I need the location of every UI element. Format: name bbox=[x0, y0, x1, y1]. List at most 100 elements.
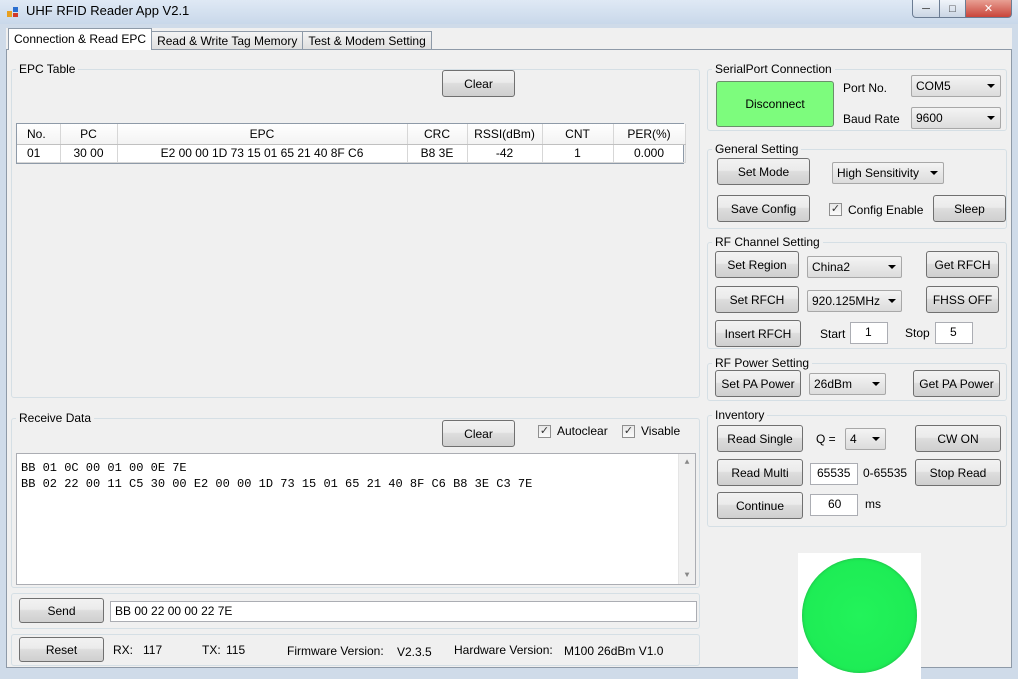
stop-read-button[interactable]: Stop Read bbox=[915, 459, 1001, 486]
window-controls: ─ □ ✕ bbox=[912, 0, 1012, 18]
autoclear-checkbox[interactable]: ✓ bbox=[538, 425, 551, 438]
mode-select[interactable]: High Sensitivity bbox=[832, 162, 944, 184]
send-button[interactable]: Send bbox=[19, 598, 104, 623]
chevron-down-icon bbox=[872, 437, 880, 441]
start-input[interactable]: 1 bbox=[850, 322, 888, 344]
epc-clear-button[interactable]: Clear bbox=[442, 70, 515, 97]
chevron-down-icon bbox=[888, 265, 896, 269]
receive-clear-button[interactable]: Clear bbox=[442, 420, 515, 447]
cell-pc: 30 00 bbox=[60, 144, 118, 163]
mode-select-value: High Sensitivity bbox=[837, 166, 920, 180]
tab-read-write-tag-memory[interactable]: Read & Write Tag Memory bbox=[151, 31, 304, 50]
receive-line: BB 01 0C 00 01 00 0E 7E bbox=[21, 461, 187, 475]
epc-table-title: EPC Table bbox=[16, 62, 79, 76]
col-header-pc[interactable]: PC bbox=[60, 124, 118, 145]
pa-power-select-value: 26dBm bbox=[814, 377, 853, 391]
tab-connection-read-epc[interactable]: Connection & Read EPC bbox=[8, 28, 153, 50]
minimize-icon: ─ bbox=[922, 2, 930, 15]
pa-power-select[interactable]: 26dBm bbox=[809, 373, 886, 395]
app-icon bbox=[7, 7, 18, 17]
q-select-value: 4 bbox=[850, 432, 857, 446]
visable-label: Visable bbox=[641, 424, 681, 438]
set-pa-power-button[interactable]: Set PA Power bbox=[715, 370, 801, 397]
title-bar[interactable]: UHF RFID Reader App V2.1 ─ □ ✕ bbox=[0, 0, 1018, 24]
baud-select[interactable]: 9600 bbox=[911, 107, 1001, 129]
receive-scrollbar[interactable]: ▲ ▼ bbox=[678, 454, 695, 584]
epc-table-header: No. PC EPC CRC RSSI(dBm) CNT PER(%) bbox=[17, 124, 686, 145]
col-header-crc[interactable]: CRC bbox=[407, 124, 468, 145]
tx-label: TX: bbox=[202, 643, 221, 657]
port-select-value: COM5 bbox=[916, 79, 951, 93]
read-multi-button[interactable]: Read Multi bbox=[717, 459, 803, 486]
region-select-value: China2 bbox=[812, 260, 851, 274]
chevron-down-icon bbox=[930, 171, 938, 175]
tab-test-modem-setting[interactable]: Test & Modem Setting bbox=[302, 31, 432, 50]
client-area: Connection & Read EPC Read & Write Tag M… bbox=[6, 28, 1012, 679]
check-icon: ✓ bbox=[623, 425, 634, 437]
firmware-label: Firmware Version: bbox=[287, 644, 384, 658]
rfch-select[interactable]: 920.125MHz bbox=[807, 290, 902, 312]
set-rfch-button[interactable]: Set RFCH bbox=[715, 286, 799, 313]
sleep-button[interactable]: Sleep bbox=[933, 195, 1006, 222]
interval-unit-label: ms bbox=[865, 497, 881, 511]
config-enable-checkbox[interactable]: ✓ bbox=[829, 203, 842, 216]
region-select[interactable]: China2 bbox=[807, 256, 902, 278]
general-setting-title: General Setting bbox=[712, 142, 802, 156]
visable-checkbox[interactable]: ✓ bbox=[622, 425, 635, 438]
insert-rfch-button[interactable]: Insert RFCH bbox=[715, 320, 801, 347]
reset-button[interactable]: Reset bbox=[19, 637, 104, 662]
check-icon: ✓ bbox=[830, 203, 841, 215]
multi-count-input[interactable]: 65535 bbox=[810, 463, 858, 485]
table-row[interactable]: 01 30 00 E2 00 00 1D 73 15 01 65 21 40 8… bbox=[17, 144, 686, 163]
tx-value: 115 bbox=[226, 643, 246, 657]
set-mode-button[interactable]: Set Mode bbox=[717, 158, 810, 185]
hardware-value: M100 26dBm V1.0 bbox=[564, 644, 664, 658]
window-title: UHF RFID Reader App V2.1 bbox=[26, 3, 190, 18]
read-single-button[interactable]: Read Single bbox=[717, 425, 803, 452]
get-pa-power-button[interactable]: Get PA Power bbox=[913, 370, 1000, 397]
save-config-button[interactable]: Save Config bbox=[717, 195, 810, 222]
start-label: Start bbox=[820, 327, 846, 341]
receive-data-log[interactable]: BB 01 0C 00 01 00 0E 7E BB 02 22 00 11 C… bbox=[16, 453, 696, 585]
scroll-up-icon[interactable]: ▲ bbox=[679, 454, 695, 471]
chevron-down-icon bbox=[987, 84, 995, 88]
firmware-value: V2.3.5 bbox=[397, 645, 432, 659]
scroll-down-icon[interactable]: ▼ bbox=[679, 567, 695, 584]
disconnect-button[interactable]: Disconnect bbox=[716, 81, 834, 127]
stop-input[interactable]: 5 bbox=[935, 322, 973, 344]
cell-cnt: 1 bbox=[542, 144, 614, 163]
fhss-off-button[interactable]: FHSS OFF bbox=[926, 286, 999, 313]
chevron-down-icon bbox=[987, 116, 995, 120]
set-region-button[interactable]: Set Region bbox=[715, 251, 799, 278]
maximize-icon: □ bbox=[949, 2, 956, 15]
q-select[interactable]: 4 bbox=[845, 428, 886, 450]
chevron-down-icon bbox=[872, 382, 880, 386]
stop-label: Stop bbox=[905, 326, 930, 340]
maximize-button[interactable]: □ bbox=[940, 0, 966, 18]
send-input[interactable]: BB 00 22 00 00 22 7E bbox=[110, 601, 697, 622]
app-window: UHF RFID Reader App V2.1 ─ □ ✕ Connectio… bbox=[0, 0, 1018, 679]
serial-port-title: SerialPort Connection bbox=[712, 62, 835, 76]
multi-range-label: 0-65535 bbox=[863, 466, 908, 480]
col-header-rssi[interactable]: RSSI(dBm) bbox=[467, 124, 543, 145]
port-select[interactable]: COM5 bbox=[911, 75, 1001, 97]
close-button[interactable]: ✕ bbox=[966, 0, 1012, 18]
get-rfch-button[interactable]: Get RFCH bbox=[926, 251, 999, 278]
cell-no: 01 bbox=[17, 144, 61, 163]
col-header-epc[interactable]: EPC bbox=[117, 124, 408, 145]
baud-label: Baud Rate bbox=[843, 112, 900, 126]
col-header-no[interactable]: No. bbox=[17, 124, 61, 145]
col-header-per[interactable]: PER(%) bbox=[613, 124, 686, 145]
interval-input[interactable]: 60 bbox=[810, 494, 858, 516]
rx-label: RX: bbox=[113, 643, 134, 657]
close-icon: ✕ bbox=[983, 3, 994, 15]
minimize-button[interactable]: ─ bbox=[912, 0, 940, 18]
inventory-title: Inventory bbox=[712, 408, 768, 422]
col-header-cnt[interactable]: CNT bbox=[542, 124, 614, 145]
cell-rssi: -42 bbox=[467, 144, 543, 163]
status-light-icon bbox=[802, 558, 917, 673]
cw-on-button[interactable]: CW ON bbox=[915, 425, 1001, 452]
continue-button[interactable]: Continue bbox=[717, 492, 803, 519]
epc-table: No. PC EPC CRC RSSI(dBm) CNT PER(%) 01 3 bbox=[16, 123, 686, 164]
rfch-select-value: 920.125MHz bbox=[812, 294, 881, 308]
